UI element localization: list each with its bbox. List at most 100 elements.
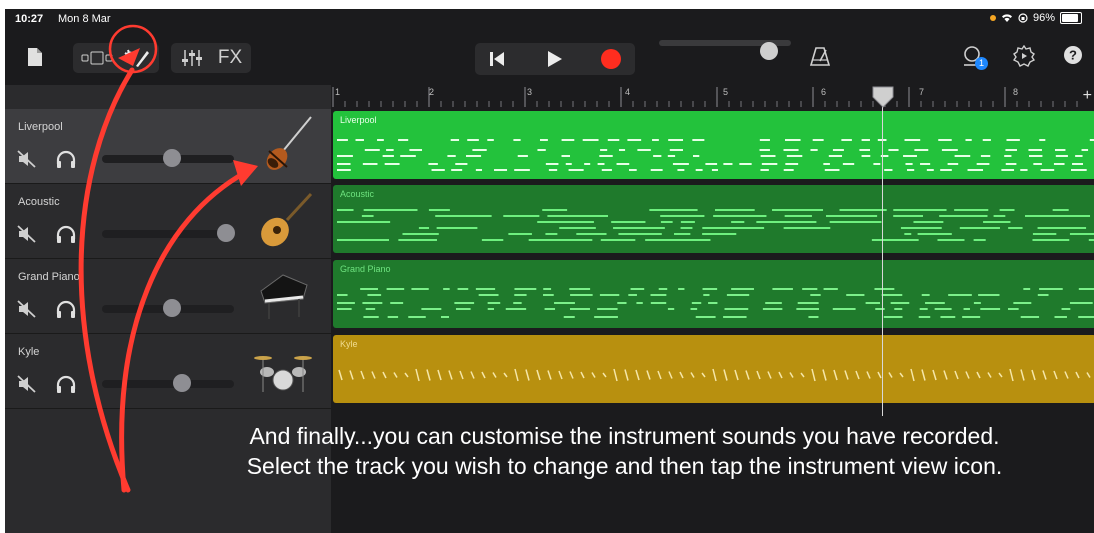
mic-indicator-icon: [989, 15, 996, 21]
drum-hit: [954, 370, 959, 380]
add-section-button[interactable]: +: [1083, 87, 1092, 105]
acoustic-guitar-icon: [261, 192, 313, 247]
fx-button[interactable]: FX: [215, 46, 245, 70]
track-header-liverpool[interactable]: Liverpool: [5, 109, 331, 184]
headphones-icon[interactable]: [55, 224, 77, 244]
note: [365, 308, 376, 310]
bar-number: 7: [919, 87, 925, 97]
note: [618, 149, 626, 151]
drum-hit: [382, 371, 387, 379]
note: [925, 302, 945, 304]
drum-hit: [558, 370, 563, 380]
track-header-acoustic[interactable]: Acoustic: [5, 184, 331, 259]
note: [387, 316, 399, 318]
region-acoustic[interactable]: Acoustic: [333, 185, 1094, 253]
note: [934, 308, 952, 310]
headphones-icon[interactable]: [55, 149, 77, 169]
go-to-beginning-icon[interactable]: [487, 49, 507, 69]
note: [337, 294, 348, 296]
mute-icon[interactable]: [17, 224, 37, 244]
note: [999, 209, 1015, 211]
master-volume-knob[interactable]: [760, 42, 778, 60]
note: [600, 239, 636, 241]
mute-icon[interactable]: [17, 299, 37, 319]
settings-icon[interactable]: [1011, 43, 1037, 69]
note: [613, 227, 665, 229]
playhead-handle[interactable]: [871, 85, 895, 109]
drum-hit: [591, 372, 596, 378]
battery-icon: [1060, 12, 1082, 24]
note: [467, 139, 479, 141]
note: [409, 149, 423, 151]
drum-hit: [723, 369, 728, 381]
note: [1020, 316, 1040, 318]
status-right: 96%: [989, 12, 1082, 24]
note: [881, 294, 903, 296]
mute-icon[interactable]: [17, 374, 37, 394]
note: [921, 294, 930, 296]
note: [377, 139, 384, 141]
drum-hit: [459, 370, 464, 380]
note: [554, 302, 575, 304]
track-volume-slider[interactable]: [102, 230, 234, 238]
track-volume-knob[interactable]: [163, 149, 181, 167]
note: [337, 308, 352, 310]
note: [421, 308, 442, 310]
mixer-icon[interactable]: [179, 47, 205, 69]
drum-hit: [921, 369, 926, 381]
track-volume-knob[interactable]: [173, 374, 191, 392]
region-kyle[interactable]: Kyle: [333, 335, 1094, 403]
note: [402, 233, 439, 235]
note: [411, 288, 429, 290]
headphones-icon[interactable]: [55, 299, 77, 319]
note: [408, 316, 426, 318]
note: [594, 316, 618, 318]
note: [883, 316, 903, 318]
help-icon[interactable]: ?: [1062, 44, 1084, 66]
drum-hit: [855, 370, 860, 380]
note: [475, 288, 496, 290]
note: [980, 155, 991, 157]
note: [1052, 209, 1069, 211]
note: [628, 294, 637, 296]
timeline-ruler[interactable]: 1 2 3 4 5 6 7 8 +: [331, 85, 1094, 109]
note: [759, 149, 770, 151]
note: [547, 215, 609, 217]
region-liverpool[interactable]: Liverpool: [333, 111, 1094, 179]
note: [714, 209, 755, 211]
headphones-icon[interactable]: [55, 374, 77, 394]
instrument-view-icon[interactable]: [119, 46, 153, 70]
drum-hit: [1031, 369, 1036, 381]
note: [939, 215, 988, 217]
track-header-kyle[interactable]: Kyle: [5, 334, 331, 409]
note: [1006, 139, 1020, 141]
note: [1028, 155, 1043, 157]
track-volume-slider[interactable]: [102, 380, 234, 388]
note: [839, 209, 887, 211]
note: [726, 294, 750, 296]
note: [784, 139, 801, 141]
tracks-view-icon[interactable]: [79, 48, 117, 68]
midi-notes: [337, 209, 1094, 241]
drum-hit: [481, 371, 486, 379]
note: [812, 139, 824, 141]
note: [667, 308, 675, 310]
record-button[interactable]: [601, 49, 621, 69]
note: [337, 139, 348, 141]
mute-icon[interactable]: [17, 149, 37, 169]
region-grand-piano[interactable]: Grand Piano: [333, 260, 1094, 328]
track-volume-knob[interactable]: [163, 299, 181, 317]
note: [762, 308, 783, 310]
my-songs-icon[interactable]: [25, 45, 45, 69]
play-icon[interactable]: [545, 49, 565, 69]
metronome-icon[interactable]: [808, 44, 832, 68]
track-header-grand-piano[interactable]: Grand Piano: [5, 259, 331, 334]
note: [810, 294, 821, 296]
note: [503, 215, 540, 217]
note: [893, 209, 947, 211]
note: [873, 163, 881, 165]
note: [723, 316, 747, 318]
drum-hit: [1064, 371, 1069, 379]
track-volume-knob[interactable]: [217, 224, 235, 242]
note: [1069, 302, 1093, 304]
